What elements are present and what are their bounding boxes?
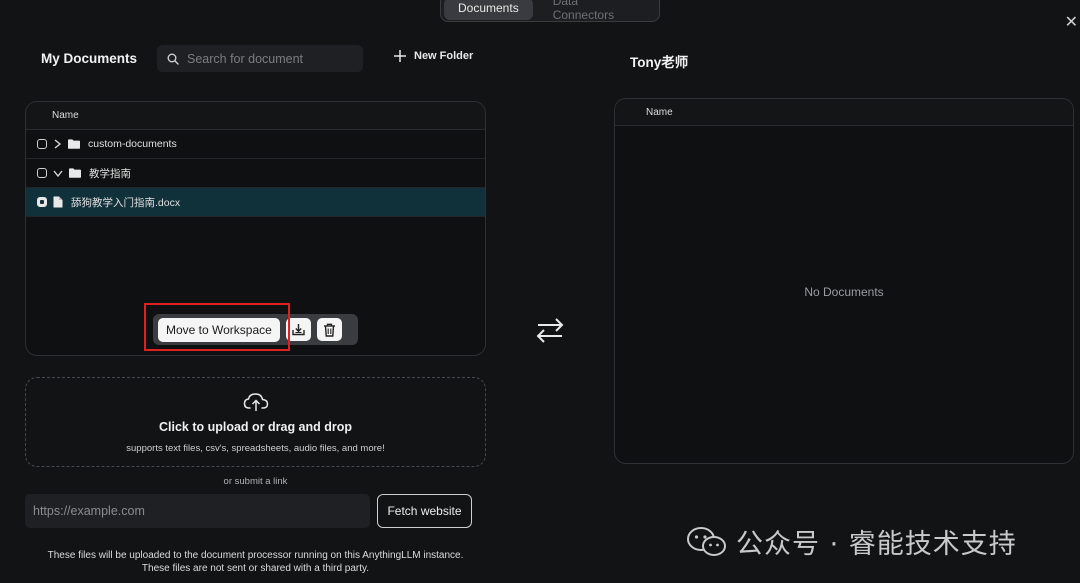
row-checkbox[interactable] xyxy=(37,139,47,149)
highlight-box xyxy=(144,303,290,351)
row-checkbox[interactable] xyxy=(37,197,47,207)
empty-state: No Documents xyxy=(804,285,884,299)
close-icon[interactable]: ✕ xyxy=(1065,12,1078,32)
upload-title: Click to upload or drag and drop xyxy=(158,420,353,434)
table-row[interactable]: 教学指南 xyxy=(26,159,485,188)
tab-data-connectors[interactable]: Data Connectors xyxy=(539,0,656,27)
search-input[interactable] xyxy=(187,51,357,66)
top-tabs: Documents Data Connectors xyxy=(440,0,660,22)
tray-arrow-icon xyxy=(292,324,305,336)
cloud-upload-icon xyxy=(243,393,268,411)
or-submit-link-text: or submit a link xyxy=(223,476,288,487)
new-folder-button[interactable]: New Folder xyxy=(393,49,473,63)
chevron-right-icon[interactable] xyxy=(53,139,62,149)
column-name: Name xyxy=(52,110,79,121)
wechat-icon xyxy=(687,526,726,556)
footnote-line-2: These files are not sent or shared with … xyxy=(141,563,370,574)
column-name: Name xyxy=(646,106,673,118)
upload-subtitle: supports text files, csv's, spreadsheets… xyxy=(126,443,385,454)
plus-icon xyxy=(394,50,406,62)
table-header: Name xyxy=(26,102,485,130)
file-icon xyxy=(53,196,63,208)
transfer-arrows[interactable] xyxy=(535,317,565,348)
row-name: 舔狗教学入门指南.docx xyxy=(71,196,181,209)
folder-icon xyxy=(69,168,81,178)
watermark-text: 公众号 · 睿能技术支持 xyxy=(736,529,1017,560)
footnote-line-1: These files will be uploaded to the docu… xyxy=(47,550,464,561)
swap-arrows-icon xyxy=(536,318,564,343)
watermark: 公众号 · 睿能技术支持 xyxy=(686,522,1017,561)
table-row[interactable]: custom-documents xyxy=(26,130,485,159)
trash-icon xyxy=(323,323,335,337)
upload-dropzone[interactable]: Click to upload or drag and drop support… xyxy=(25,377,486,467)
workspace-documents-panel: Name No Documents xyxy=(614,98,1074,464)
folder-icon xyxy=(68,139,80,149)
chevron-down-icon[interactable] xyxy=(53,169,63,178)
row-name: custom-documents xyxy=(88,138,177,150)
my-documents-title: My Documents xyxy=(41,51,138,66)
tab-documents[interactable]: Documents xyxy=(444,0,533,20)
new-folder-label: New Folder xyxy=(414,50,474,62)
search-icon xyxy=(167,53,179,65)
table-row[interactable]: 舔狗教学入门指南.docx xyxy=(26,188,485,217)
fetch-website-button[interactable]: Fetch website xyxy=(377,494,472,528)
row-name: 教学指南 xyxy=(89,167,131,180)
document-search xyxy=(157,45,363,72)
workspace-title: Tony老师 xyxy=(630,55,689,70)
upload-footnote: These files will be uploaded to the docu… xyxy=(25,549,486,575)
url-input[interactable] xyxy=(25,494,370,528)
table-header: Name xyxy=(615,99,1073,126)
delete-button[interactable] xyxy=(316,318,342,341)
row-checkbox[interactable] xyxy=(37,168,47,178)
